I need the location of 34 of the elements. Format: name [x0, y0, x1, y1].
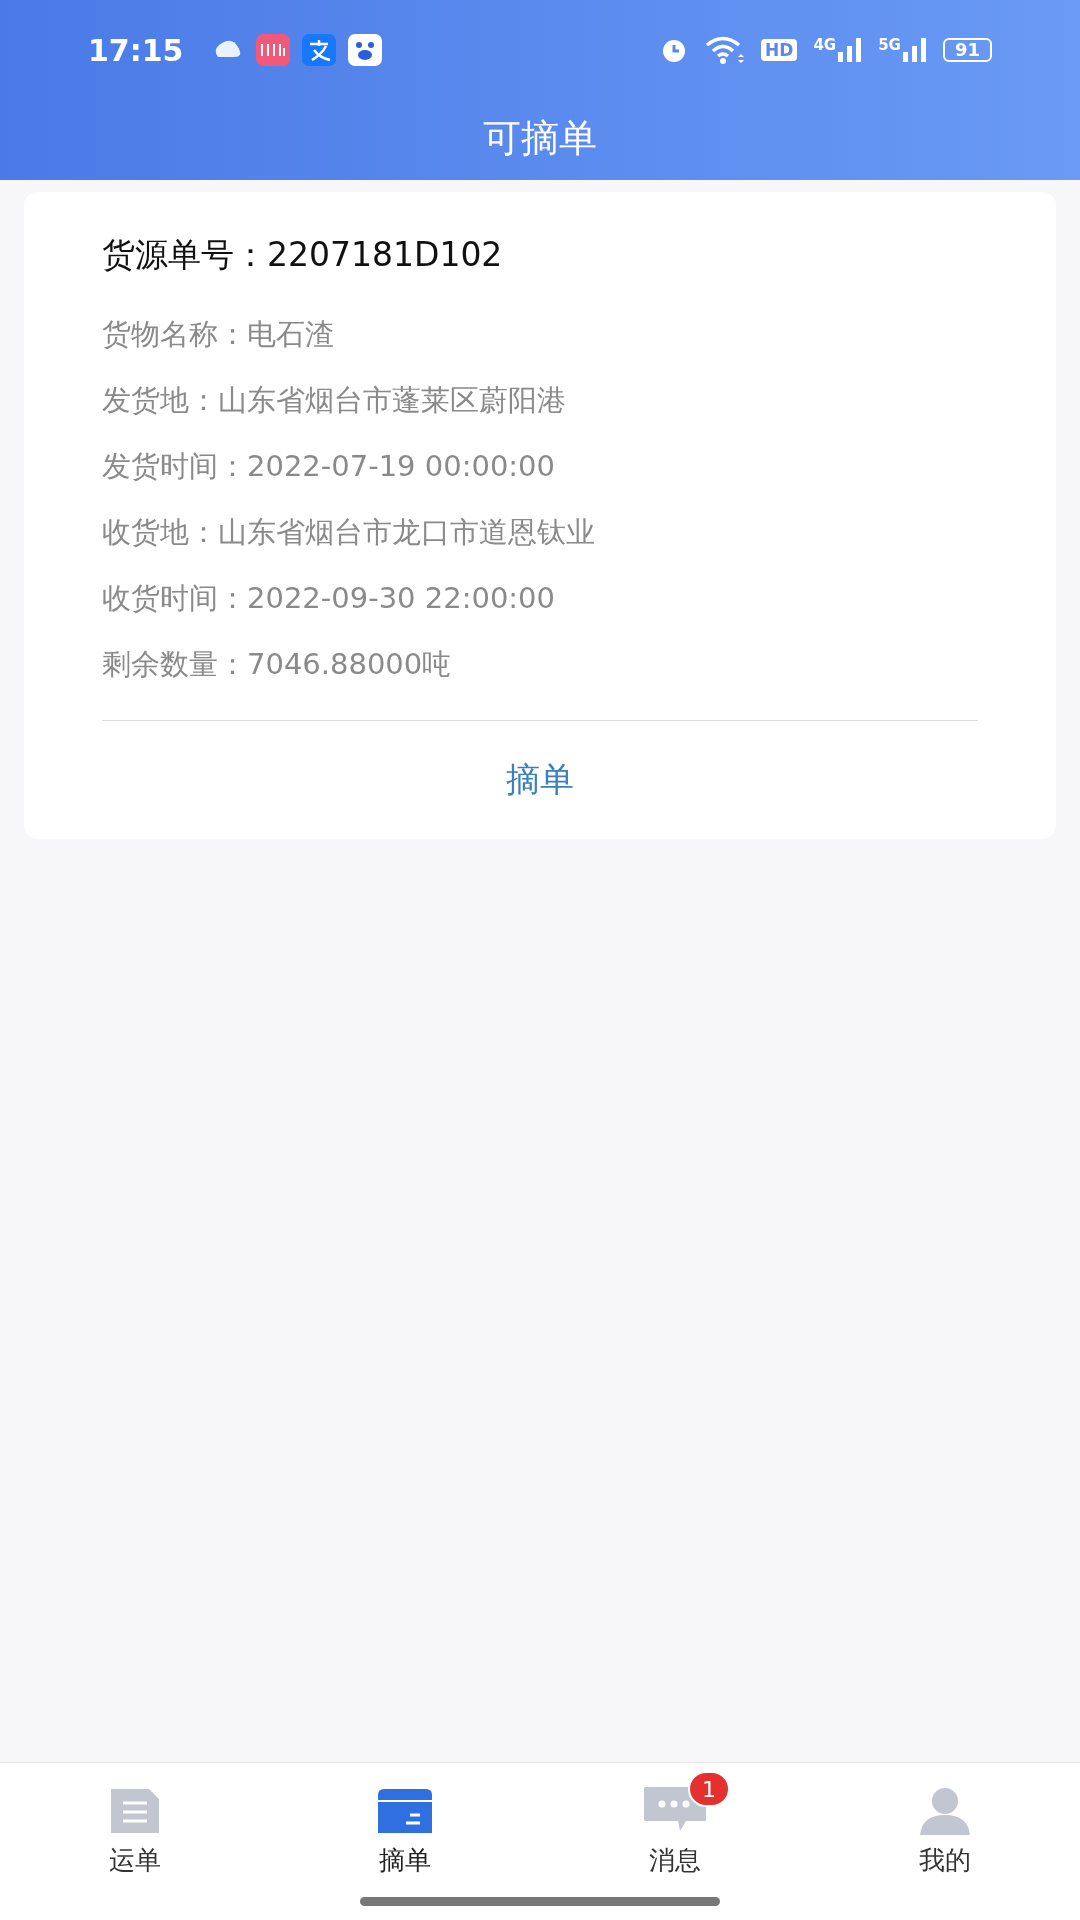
field-value: 2022-09-30 22:00:00	[247, 579, 555, 617]
video-app-icon	[255, 34, 290, 66]
order-number: 货源单号：2207181D102	[102, 234, 504, 276]
pay-app-icon	[301, 34, 336, 66]
hd-indicator: HD	[761, 39, 798, 61]
nav-tab[interactable]: 1 消息	[540, 1765, 810, 1880]
grab-order-button[interactable]: 摘单	[102, 720, 978, 839]
field-value: 7046.88000吨	[247, 645, 452, 683]
nav-tab[interactable]: 运单	[0, 1765, 270, 1880]
page-title: 可摘单	[483, 114, 597, 162]
field-label: 发货时间：	[102, 447, 247, 485]
battery-indicator: 91	[942, 38, 992, 62]
network-label: 4G	[813, 38, 837, 53]
unread-badge: 1	[688, 1771, 730, 1807]
field-label: 发货地：	[102, 381, 218, 419]
network-label: 5G	[878, 38, 901, 53]
signal-icon	[902, 38, 927, 62]
field-label: 收货地：	[102, 513, 218, 551]
field-value: 2022-07-19 00:00:00	[247, 447, 555, 485]
person-icon	[918, 1787, 972, 1835]
field-label: 货物名称：	[102, 315, 247, 353]
nav-tab[interactable]: 我的	[810, 1765, 1080, 1880]
wifi-icon	[705, 36, 746, 64]
status-time: 17:15	[88, 31, 184, 70]
field-value: 山东省烟台市龙口市道恩钛业	[218, 513, 595, 551]
box-icon	[376, 1787, 434, 1835]
field-value: 电石渣	[247, 315, 334, 353]
field-label: 剩余数量：	[102, 645, 247, 683]
signal-icon	[838, 38, 863, 62]
document-icon	[109, 1787, 161, 1835]
field-value: 山东省烟台市蓬莱区蔚阳港	[218, 381, 566, 419]
paw-app-icon	[347, 34, 382, 66]
nav-tab[interactable]: 摘单	[270, 1765, 540, 1880]
field-label: 收货时间：	[102, 579, 247, 617]
